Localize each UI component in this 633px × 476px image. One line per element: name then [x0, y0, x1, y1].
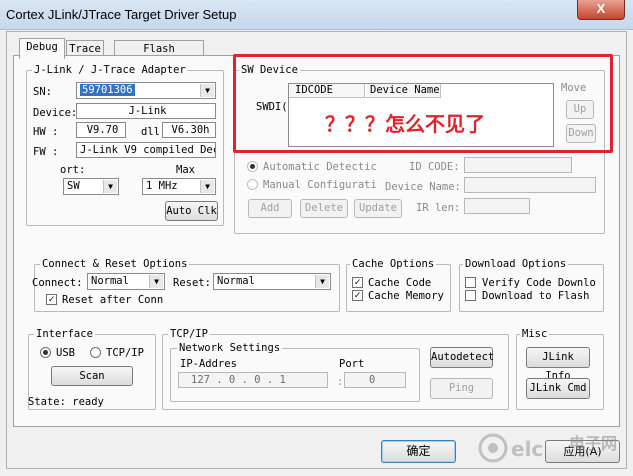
connect-label: Connect:: [32, 277, 83, 289]
sn-label: SN:: [33, 86, 52, 98]
update-button[interactable]: Update: [354, 199, 402, 218]
ip-address-label: IP-Addres: [180, 358, 237, 370]
fw-label: FW :: [33, 146, 59, 158]
port-value: SW: [67, 180, 80, 192]
tcpip-radio[interactable]: [90, 347, 101, 358]
download-options-label: Download Options: [463, 258, 569, 270]
interface-label: Interface: [34, 328, 95, 340]
device-label: Device:: [33, 107, 78, 119]
device-name-label: Device Name:: [385, 181, 461, 193]
fw-field: J-Link V9 compiled Dec :: [76, 142, 216, 158]
delete-button[interactable]: Delete: [300, 199, 348, 218]
chevron-down-icon: ▼: [149, 275, 163, 288]
connect-select[interactable]: Normal ▼: [87, 273, 165, 290]
autodetect-button[interactable]: Autodetect: [430, 347, 494, 368]
watermark-logo: elc 电子网: [477, 426, 627, 472]
reset-select[interactable]: Normal ▼: [213, 273, 331, 290]
max-label: Max: [176, 164, 195, 176]
connect-value: Normal: [91, 275, 129, 287]
reset-value: Normal: [217, 275, 255, 287]
sn-value: 59701306: [80, 84, 135, 96]
usb-radio[interactable]: [40, 347, 51, 358]
cache-memory-checkbox[interactable]: ✓: [352, 290, 363, 301]
id-code-field[interactable]: [464, 157, 572, 173]
dll-label: dll: [141, 126, 160, 138]
cache-options-label: Cache Options: [350, 258, 437, 270]
auto-detect-radio[interactable]: [247, 161, 258, 172]
misc-label: Misc: [520, 328, 550, 340]
connect-reset-label: Connect & Reset Options: [40, 258, 190, 270]
scan-button[interactable]: Scan: [51, 366, 133, 386]
usb-label: USB: [56, 347, 75, 359]
ip-address-field[interactable]: 127 . 0 . 0 . 1: [178, 372, 328, 388]
add-button[interactable]: Add: [248, 199, 292, 218]
max-clock-value: 1 MHz: [146, 180, 178, 192]
tab-debug[interactable]: Debug: [19, 38, 65, 59]
port-select[interactable]: SW ▼: [63, 178, 119, 195]
state-text: State: ready: [28, 396, 104, 408]
ir-len-label: IR len:: [416, 202, 461, 214]
verify-code-checkbox[interactable]: [465, 277, 476, 288]
svg-text:elc: elc: [511, 437, 543, 461]
port-separator: :: [337, 376, 344, 388]
manual-config-radio[interactable]: [247, 179, 258, 190]
jlink-info-button[interactable]: JLink Info: [526, 347, 590, 382]
manual-config-label: Manual Configurati: [263, 179, 377, 191]
cache-code-label: Cache Code: [368, 277, 432, 289]
cache-code-checkbox[interactable]: ✓: [352, 277, 363, 288]
max-clock-select[interactable]: 1 MHz ▼: [142, 178, 216, 195]
sn-select[interactable]: 59701306 ▼: [76, 82, 216, 99]
annotation-text: ？？？怎么不见了: [325, 112, 485, 136]
window-title: Cortex JLink/JTrace Target Driver Setup: [6, 7, 237, 22]
id-code-label: ID CODE:: [409, 161, 460, 173]
ir-len-field[interactable]: [464, 198, 530, 214]
chevron-down-icon: ▼: [315, 275, 329, 288]
close-button[interactable]: X: [577, 0, 625, 20]
ping-button[interactable]: Ping: [430, 378, 493, 399]
tcpip-group-label: TCP/IP: [168, 328, 210, 340]
reset-after-conn-checkbox[interactable]: ✓: [46, 294, 57, 305]
chevron-down-icon: ▼: [200, 180, 214, 193]
cache-memory-label: Cache Memory: [368, 290, 444, 302]
hw-label: HW :: [33, 126, 59, 138]
download-to-flash-label: Download to Flash: [482, 290, 590, 302]
port-number-field[interactable]: 0: [344, 372, 406, 388]
red-highlight-box: [233, 54, 613, 153]
network-settings-label: Network Settings: [177, 342, 283, 354]
auto-detect-label: Automatic Detectic: [263, 161, 377, 173]
port-number-label: Port: [339, 358, 365, 370]
dll-field: V6.30h: [162, 122, 216, 138]
hw-field: V9.70: [76, 122, 126, 138]
watermark-text: 电子网: [569, 434, 618, 453]
device-field: J-Link: [76, 103, 216, 119]
adapter-group-label: J-Link / J-Trace Adapter: [32, 64, 188, 76]
device-name-field[interactable]: [464, 177, 596, 193]
download-to-flash-checkbox[interactable]: [465, 290, 476, 301]
tcpip-radio-label: TCP/IP: [106, 347, 144, 359]
chevron-down-icon: ▼: [200, 84, 214, 97]
auto-clk-button[interactable]: Auto Clk: [165, 201, 218, 221]
jlink-cmd-button[interactable]: JLink Cmd: [526, 378, 590, 399]
chevron-down-icon: ▼: [103, 180, 117, 193]
ok-button[interactable]: 确定: [381, 440, 456, 463]
port-label: ort:: [60, 164, 86, 176]
reset-label: Reset:: [173, 277, 211, 289]
verify-code-label: Verify Code Downlo: [482, 277, 596, 289]
reset-after-conn-label: Reset after Conn: [62, 294, 164, 306]
